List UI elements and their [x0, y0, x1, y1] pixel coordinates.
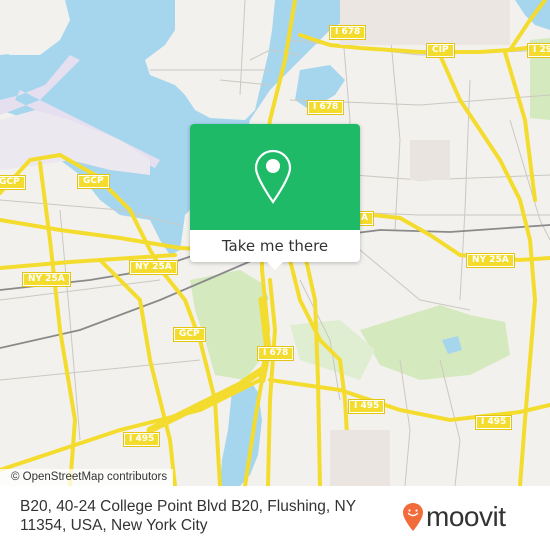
- location-popup[interactable]: Take me there: [190, 124, 360, 270]
- road-label-ny25a-left: NY 25A: [22, 272, 71, 287]
- urban-area: [410, 140, 450, 180]
- address-text: B20, 40-24 College Point Blvd B20, Flush…: [20, 498, 356, 534]
- road-label-i495-center: I 495: [347, 399, 386, 414]
- map-view[interactable]: I 678 CIP I 295 I 678 GCP GCP A NY 25A N…: [0, 0, 550, 486]
- moovit-wordmark: moovit: [426, 501, 506, 532]
- road-label-i678-bottom: I 678: [256, 346, 295, 361]
- urban-area: [330, 430, 390, 486]
- moovit-pin-icon: [403, 503, 423, 531]
- map-pin-icon: [254, 149, 292, 204]
- kissena-park: [360, 305, 510, 380]
- map-attribution[interactable]: © OpenStreetMap contributors: [0, 469, 174, 486]
- road-label-gcp-airport: GCP: [77, 174, 110, 189]
- road-label-gcp-center: GCP: [173, 327, 206, 342]
- road-label-i678-top: I 678: [328, 25, 367, 40]
- footer: B20, 40-24 College Point Blvd B20, Flush…: [0, 486, 550, 550]
- moovit-logo[interactable]: moovit: [402, 501, 506, 532]
- road-label-ny25a-center: NY 25A: [129, 260, 178, 275]
- road-label-cip: CIP: [426, 43, 455, 58]
- popup-header[interactable]: [190, 124, 360, 230]
- flushing-meadows-park: [190, 270, 270, 380]
- take-me-there-button[interactable]: Take me there: [190, 230, 360, 262]
- road-label-ny25a-right: NY 25A: [466, 253, 515, 268]
- popup-pointer: [267, 262, 283, 270]
- road-label-i495-left: I 495: [122, 432, 161, 447]
- road-label-i295: I 295: [526, 43, 550, 58]
- urban-area: [340, 0, 510, 45]
- road-label-gcp-left: GCP: [0, 175, 26, 190]
- road-label-i495-right: I 495: [474, 415, 513, 430]
- road-label-i678-mid: I 678: [306, 100, 345, 115]
